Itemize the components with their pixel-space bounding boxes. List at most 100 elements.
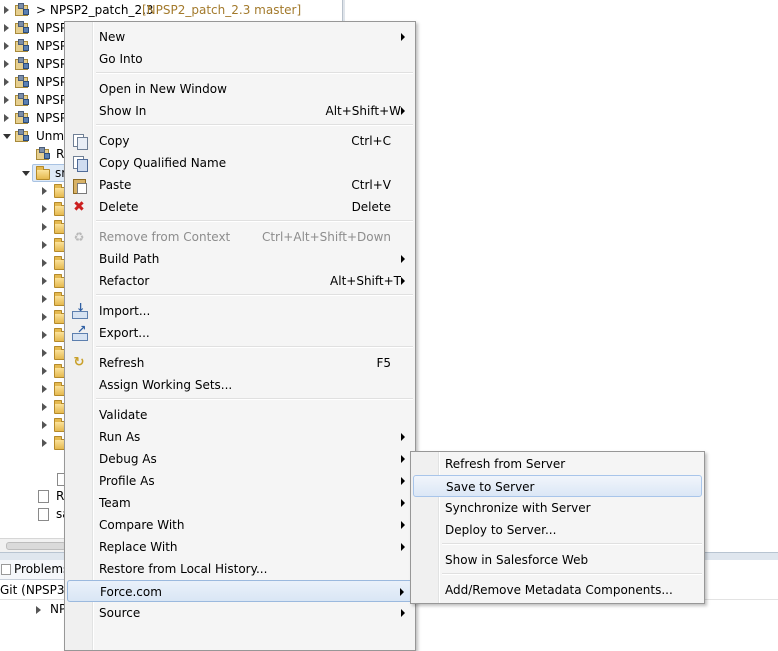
tree-row-label: NPSP [36, 93, 68, 107]
submenu-item-deploy-to-server[interactable]: Deploy to Server... [413, 519, 702, 541]
project-icon [15, 111, 30, 124]
submenu-arrow-icon [401, 433, 405, 441]
remove-context-icon: ♻ [73, 230, 85, 244]
refresh-icon: ↻ [73, 355, 85, 370]
menu-item-export[interactable]: Export... [67, 322, 413, 344]
menu-item-force-com[interactable]: Force.com [67, 580, 413, 602]
package-icon [36, 147, 51, 160]
copy-qualified-name-icon [71, 155, 88, 172]
submenu-item-save-to-server[interactable]: Save to Server [413, 475, 702, 497]
menu-item-build-path[interactable]: Build Path [67, 248, 413, 270]
submenu-item-show-in-salesforce-web[interactable]: Show in Salesforce Web [413, 549, 702, 571]
project-icon [15, 129, 30, 142]
menu-item-label: Go Into [99, 52, 143, 66]
expand-arrow-icon[interactable] [42, 421, 47, 429]
expand-arrow-icon[interactable] [42, 205, 47, 213]
menu-separator [96, 346, 413, 348]
expand-arrow-icon[interactable] [4, 6, 9, 14]
expand-arrow-icon[interactable] [42, 187, 47, 195]
menu-item-shortcut: Alt+Shift+W [325, 104, 402, 118]
force-com-submenu[interactable]: Refresh from Server Save to Server Synchro… [410, 451, 705, 604]
menu-item-label: Save to Server [446, 480, 535, 494]
project-icon [15, 93, 30, 106]
expand-arrow-icon[interactable] [42, 331, 47, 339]
expand-arrow-icon[interactable] [42, 241, 47, 249]
expand-arrow-icon[interactable] [42, 439, 47, 447]
menu-item-label: Refresh from Server [445, 457, 566, 471]
menu-item-label: New [99, 30, 126, 44]
menu-item-import[interactable]: Import... [67, 300, 413, 322]
folder-icon [36, 166, 50, 180]
expand-arrow-icon[interactable] [4, 96, 9, 104]
expand-arrow-icon[interactable] [4, 42, 9, 50]
menu-item-refactor[interactable]: Refactor Alt+Shift+T [67, 270, 413, 292]
expand-arrow-icon[interactable] [4, 78, 9, 86]
menu-item-assign-working-sets[interactable]: Assign Working Sets... [67, 374, 413, 396]
menu-item-label: Run As [99, 430, 141, 444]
expand-arrow-icon[interactable] [42, 385, 47, 393]
submenu-arrow-icon [401, 521, 405, 529]
menu-item-go-into[interactable]: Go Into [67, 48, 413, 70]
expand-arrow-icon[interactable] [42, 313, 47, 321]
tree-row-label: NPSP [36, 75, 68, 89]
menu-item-label: Add/Remove Metadata Components... [445, 583, 673, 597]
expand-arrow-icon[interactable] [42, 295, 47, 303]
menu-item-delete[interactable]: ✖ Delete Delete [67, 196, 413, 218]
expand-arrow-icon[interactable] [42, 223, 47, 231]
submenu-item-synchronize-with-server[interactable]: Synchronize with Server [413, 497, 702, 519]
context-menu[interactable]: New Go Into Open in New Window Show In Alt+S… [64, 21, 416, 651]
tree-row-label: > NPSP2_patch_2.3 [36, 3, 154, 17]
menu-item-paste[interactable]: Paste Ctrl+V [67, 174, 413, 196]
expand-arrow-icon[interactable] [42, 367, 47, 375]
scrollbar-thumb[interactable] [6, 542, 66, 550]
expand-arrow-icon[interactable] [4, 114, 9, 122]
menu-item-run-as[interactable]: Run As [67, 426, 413, 448]
project-icon [15, 3, 30, 16]
submenu-arrow-icon [401, 33, 405, 41]
menu-item-profile-as[interactable]: Profile As [67, 470, 413, 492]
menu-item-compare-with[interactable]: Compare With [67, 514, 413, 536]
menu-item-label: Replace With [99, 540, 178, 554]
expand-arrow-icon[interactable] [42, 349, 47, 357]
menu-item-validate[interactable]: Validate [67, 404, 413, 426]
menu-item-debug-as[interactable]: Debug As [67, 448, 413, 470]
paste-icon [71, 177, 87, 194]
menu-item-label: Delete [99, 200, 139, 214]
menu-item-shortcut: Ctrl+C [351, 134, 391, 148]
project-icon [15, 39, 30, 52]
tree-row-label: Unm [36, 129, 65, 143]
expand-arrow-icon[interactable] [4, 24, 9, 32]
menu-item-replace-with[interactable]: Replace With [67, 536, 413, 558]
menu-item-show-in[interactable]: Show In Alt+Shift+W [67, 100, 413, 122]
menu-item-source[interactable]: Source [67, 602, 413, 624]
submenu-arrow-icon [401, 543, 405, 551]
expand-arrow-icon[interactable] [42, 259, 47, 267]
menu-item-team[interactable]: Team [67, 492, 413, 514]
collapse-arrow-icon[interactable] [3, 134, 11, 139]
menu-item-label: Restore from Local History... [99, 562, 268, 576]
menu-item-new[interactable]: New [67, 26, 413, 48]
menu-item-label: Refactor [99, 274, 150, 288]
menu-item-refresh[interactable]: ↻ Refresh F5 [67, 352, 413, 374]
menu-item-copy[interactable]: Copy Ctrl+C [67, 130, 413, 152]
expand-arrow-icon[interactable] [36, 606, 41, 614]
tab-label: Problems [14, 562, 70, 576]
menu-separator [96, 72, 413, 74]
menu-item-restore-from-local-history[interactable]: Restore from Local History... [67, 558, 413, 580]
submenu-item-refresh-from-server[interactable]: Refresh from Server [413, 453, 702, 475]
menu-item-label: Open in New Window [99, 82, 227, 96]
expand-arrow-icon[interactable] [4, 60, 9, 68]
menu-item-remove-from-context: ♻ Remove from Context Ctrl+Alt+Shift+Down [67, 226, 413, 248]
submenu-item-add-remove-metadata-components[interactable]: Add/Remove Metadata Components... [413, 579, 702, 601]
expand-arrow-icon[interactable] [42, 277, 47, 285]
menu-item-shortcut: Ctrl+Alt+Shift+Down [261, 230, 391, 244]
expand-arrow-icon[interactable] [42, 403, 47, 411]
menu-item-label: Show in Salesforce Web [445, 553, 589, 567]
menu-item-copy-qualified-name[interactable]: Copy Qualified Name [67, 152, 413, 174]
menu-item-label: Profile As [99, 474, 155, 488]
menu-item-shortcut: Delete [351, 200, 391, 214]
submenu-arrow-icon [401, 609, 405, 617]
collapse-arrow-icon[interactable] [22, 171, 30, 176]
menu-item-label: Export... [99, 326, 150, 340]
menu-item-open-in-new-window[interactable]: Open in New Window [67, 78, 413, 100]
